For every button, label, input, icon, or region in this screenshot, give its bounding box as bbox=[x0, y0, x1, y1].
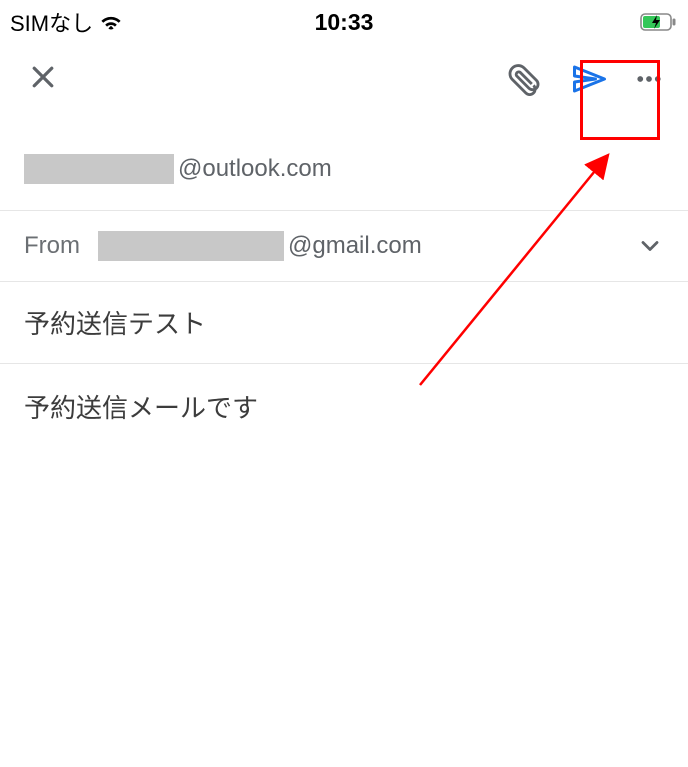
to-redacted bbox=[24, 154, 174, 184]
body-input[interactable]: 予約送信メールです bbox=[0, 364, 688, 449]
chevron-down-icon[interactable] bbox=[636, 232, 664, 260]
subject-input[interactable]: 予約送信テスト bbox=[0, 282, 688, 364]
status-time: 10:33 bbox=[233, 9, 456, 36]
from-label: From bbox=[24, 232, 80, 260]
compose-toolbar bbox=[0, 44, 688, 114]
to-domain: @outlook.com bbox=[178, 155, 332, 183]
from-domain: @gmail.com bbox=[288, 232, 422, 260]
body-text: 予約送信メールです bbox=[24, 393, 258, 423]
attach-icon[interactable] bbox=[508, 62, 542, 96]
subject-text: 予約送信テスト bbox=[24, 309, 206, 339]
from-row[interactable]: From @gmail.com bbox=[0, 211, 688, 282]
status-bar: SIMなし 10:33 bbox=[0, 0, 688, 44]
to-row[interactable]: @outlook.com bbox=[0, 114, 688, 211]
battery-icon bbox=[640, 13, 678, 31]
status-left: SIMなし bbox=[10, 6, 233, 38]
more-icon[interactable] bbox=[634, 64, 664, 94]
from-redacted bbox=[98, 231, 284, 261]
status-right bbox=[455, 13, 678, 31]
close-icon[interactable] bbox=[28, 62, 58, 92]
carrier-text: SIMなし bbox=[10, 6, 93, 38]
wifi-icon bbox=[99, 13, 123, 31]
send-icon[interactable] bbox=[570, 61, 606, 97]
